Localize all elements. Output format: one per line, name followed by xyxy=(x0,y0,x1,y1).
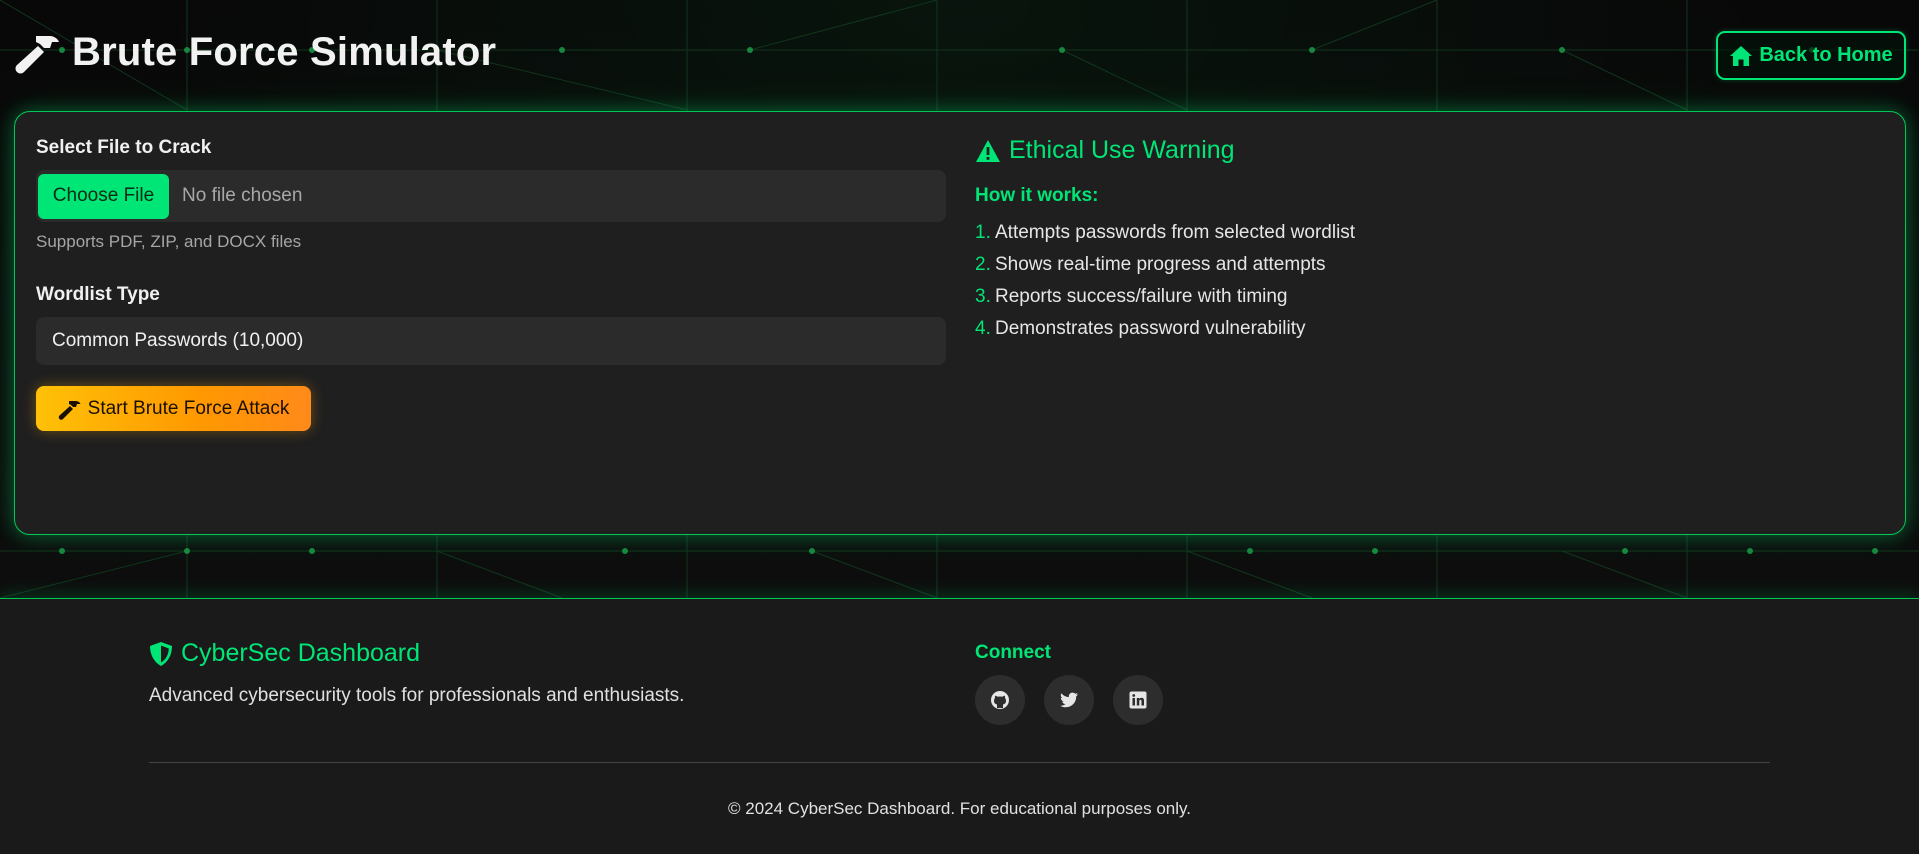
linkedin-link[interactable] xyxy=(1113,675,1163,725)
attack-form: Select File to Crack Choose File No file… xyxy=(36,137,946,431)
choose-file-button[interactable]: Choose File xyxy=(38,173,169,219)
file-hint: Supports PDF, ZIP, and DOCX files xyxy=(36,232,302,251)
step-number: 4. xyxy=(975,318,991,339)
github-icon xyxy=(991,691,1009,709)
list-item: 4. Demonstrates password vulnerability xyxy=(975,313,1875,345)
back-to-home-label: Back to Home xyxy=(1759,44,1893,66)
footer-tagline: Advanced cybersecurity tools for profess… xyxy=(149,685,685,706)
warning-triangle-icon xyxy=(976,139,1000,162)
github-link[interactable] xyxy=(975,675,1025,725)
linkedin-icon xyxy=(1129,691,1147,709)
start-attack-button[interactable]: Start Brute Force Attack xyxy=(36,386,311,431)
ethical-warning: Ethical Use Warning How it works: 1. Atte… xyxy=(975,136,1875,345)
simulator-card: Select File to Crack Choose File No file… xyxy=(14,111,1906,535)
start-attack-label: Start Brute Force Attack xyxy=(87,397,290,419)
step-text: Shows real-time progress and attempts xyxy=(995,254,1326,275)
footer-brand: CyberSec Dashboard xyxy=(149,639,420,668)
warning-title-text: Ethical Use Warning xyxy=(1009,136,1235,164)
list-item: 1. Attempts passwords from selected wordl… xyxy=(975,217,1875,249)
how-it-works-label: How it works: xyxy=(975,185,1099,206)
wordlist-label: Wordlist Type xyxy=(36,284,160,305)
brand-name: CyberSec Dashboard xyxy=(181,639,421,667)
twitter-link[interactable] xyxy=(1044,675,1094,725)
step-text: Demonstrates password vulnerability xyxy=(995,318,1306,339)
connect-label: Connect xyxy=(975,642,1051,663)
steps-list: 1. Attempts passwords from selected wordl… xyxy=(975,217,1875,345)
file-label: Select File to Crack xyxy=(36,137,212,158)
list-item: 3. Reports success/failure with timing xyxy=(975,281,1875,313)
wordlist-select[interactable]: Common Passwords (10,000) xyxy=(36,317,946,365)
step-number: 3. xyxy=(975,286,991,307)
twitter-icon xyxy=(1060,692,1078,708)
social-links xyxy=(975,675,1163,725)
page-footer: CyberSec Dashboard Advanced cybersecurit… xyxy=(0,598,1919,854)
list-item: 2. Shows real-time progress and attempts xyxy=(975,249,1875,281)
copyright-text: © 2024 CyberSec Dashboard. For education… xyxy=(728,799,1191,818)
step-text: Reports success/failure with timing xyxy=(995,286,1288,307)
step-text: Attempts passwords from selected wordlis… xyxy=(995,222,1356,243)
warning-title: Ethical Use Warning xyxy=(975,136,1875,165)
step-number: 1. xyxy=(975,222,991,243)
hammer-icon xyxy=(58,400,81,420)
step-number: 2. xyxy=(975,254,991,275)
title-text: Brute Force Simulator xyxy=(72,29,497,74)
shield-icon xyxy=(150,641,172,666)
footer-divider xyxy=(149,762,1770,763)
page-title: Brute Force Simulator xyxy=(14,28,496,76)
file-input[interactable]: Choose File No file chosen xyxy=(36,170,946,222)
hammer-icon xyxy=(14,28,62,76)
home-icon xyxy=(1730,45,1753,66)
back-to-home-button[interactable]: Back to Home xyxy=(1716,31,1906,80)
page-header: Brute Force Simulator Back to Home xyxy=(0,0,1919,104)
file-status: No file chosen xyxy=(182,185,303,206)
